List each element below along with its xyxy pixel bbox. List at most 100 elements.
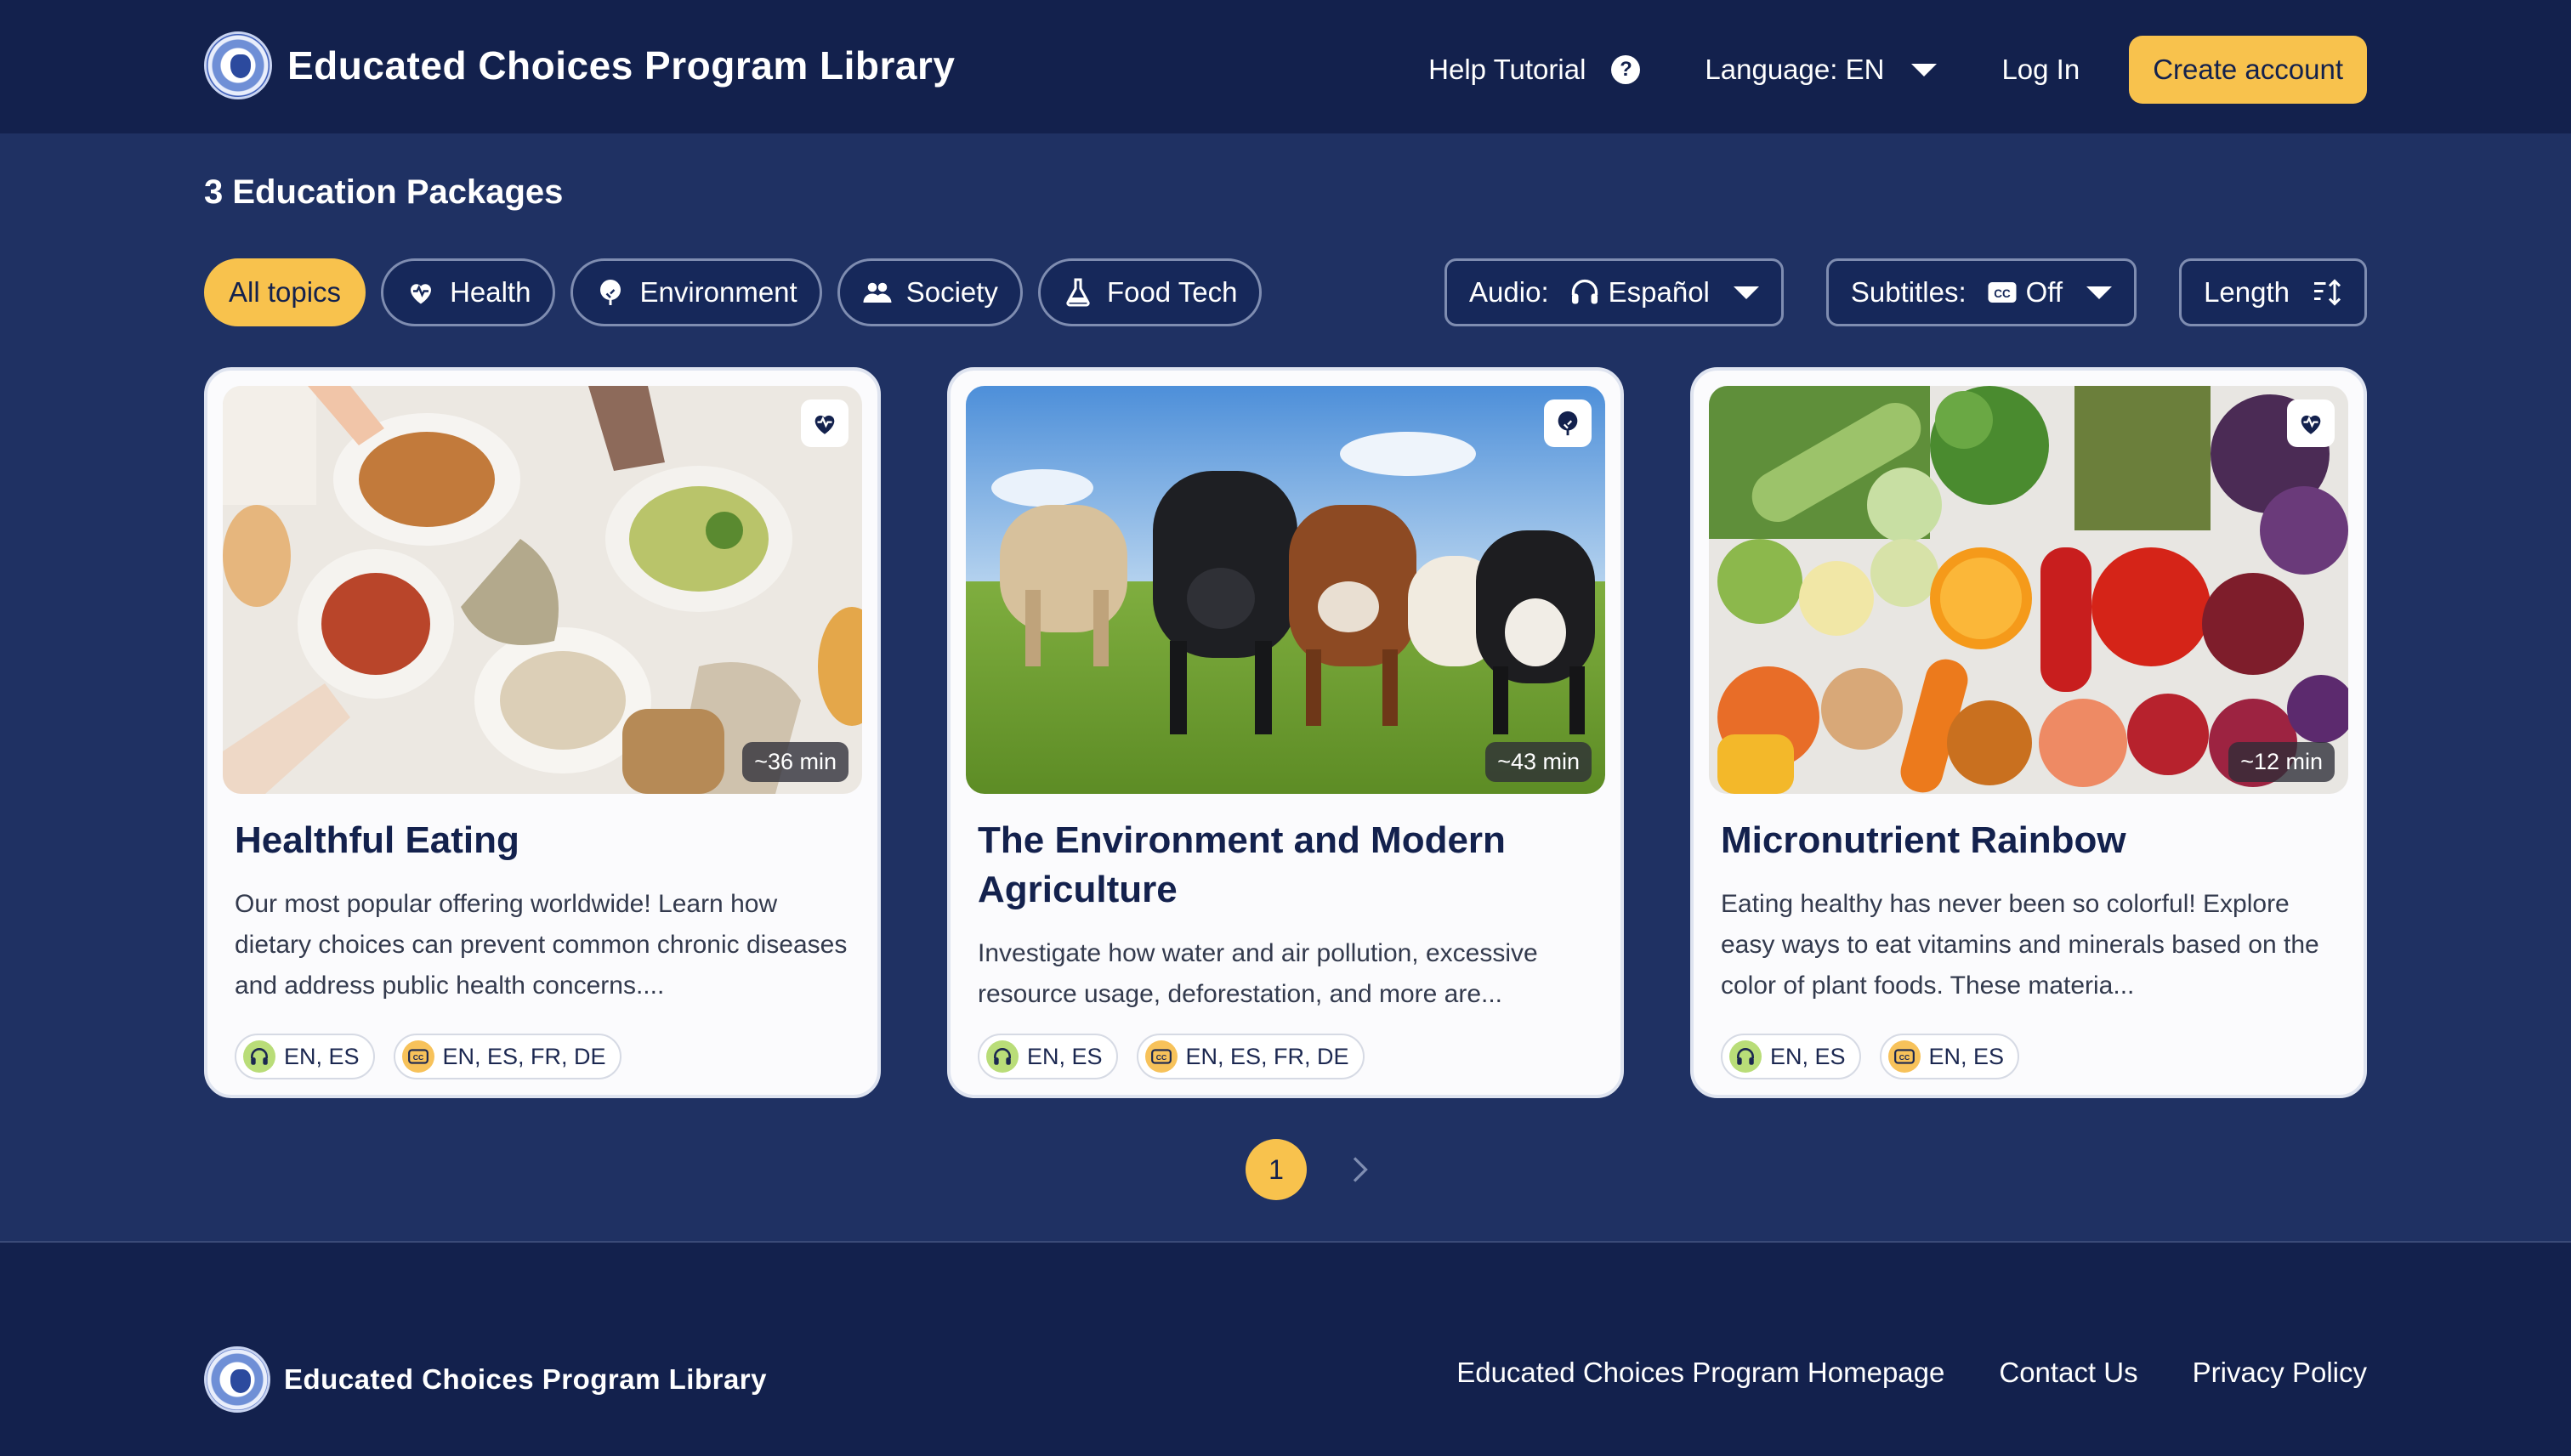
create-account-button[interactable]: Create account <box>2129 36 2367 104</box>
flask-icon <box>1063 277 1093 308</box>
login-link[interactable]: Log In <box>2001 54 2080 86</box>
filter-label: Health <box>450 276 531 308</box>
package-count-heading: 3 Education Packages <box>204 173 564 211</box>
footer-links: Educated Choices Program Homepage Contac… <box>1402 1357 2367 1389</box>
tree-icon <box>595 277 626 308</box>
program-logo <box>204 31 272 99</box>
closed-captions-icon: CC <box>1988 282 2017 303</box>
package-title: Healthful Eating <box>235 819 519 861</box>
length-sort-label: Length <box>2204 276 2290 308</box>
subtitle-languages-tag: CC EN, ES, FR, DE <box>393 1034 621 1079</box>
filter-label: Food Tech <box>1106 276 1238 308</box>
subtitle-languages-tag: CC EN, ES <box>1879 1034 2020 1079</box>
language-label: Language: EN <box>1705 54 1885 85</box>
headphones-icon <box>1729 1040 1762 1073</box>
sort-icon <box>2314 279 2341 306</box>
heart-pulse-icon <box>814 415 835 434</box>
audio-languages-tag: EN, ES <box>1721 1034 1861 1079</box>
create-account-label: Create account <box>2153 54 2343 85</box>
duration-badge: ~36 min <box>742 742 848 782</box>
subtitles-select[interactable]: Subtitles: CC Off <box>1825 258 2137 326</box>
vegetables-image <box>1709 386 2348 794</box>
language-tags: EN, ES CC EN, ES, FR, DE <box>978 1034 1383 1079</box>
headphones-icon <box>243 1040 275 1073</box>
audio-select-value: Español <box>1608 276 1710 308</box>
top-navigation-bar: Educated Choices Program Library Help Tu… <box>0 0 2571 133</box>
package-card-grid: ~36 min Healthful Eating Our most popula… <box>204 367 2367 1098</box>
headphones-icon <box>986 1040 1019 1073</box>
filter-all-topics[interactable]: All topics <box>204 258 366 326</box>
svg-text:CC: CC <box>1155 1053 1166 1062</box>
duration-badge: ~43 min <box>1485 742 1592 782</box>
filter-environment[interactable]: Environment <box>570 258 822 326</box>
page-1-button[interactable]: 1 <box>1246 1139 1307 1200</box>
chevron-down-icon <box>1911 63 1938 76</box>
svg-text:CC: CC <box>1994 287 2011 300</box>
next-page-button[interactable] <box>1342 1153 1376 1187</box>
question-circle-icon: ? <box>1611 55 1641 84</box>
media-selects: Audio: Español Subtitles: CC Off Length <box>1402 258 2367 326</box>
topic-badge <box>801 399 848 447</box>
brand-link[interactable]: Educated Choices Program Library <box>204 31 955 99</box>
subtitle-languages-tag: CC EN, ES, FR, DE <box>1136 1034 1365 1079</box>
homepage-link[interactable]: Educated Choices Program Homepage <box>1456 1357 1944 1389</box>
contact-link[interactable]: Contact Us <box>1999 1357 2137 1389</box>
language-tags: EN, ES CC EN, ES, FR, DE <box>235 1034 640 1079</box>
language-selector[interactable]: Language: EN <box>1705 54 1938 86</box>
chevron-right-icon <box>1353 1157 1368 1182</box>
subtitle-languages: EN, ES <box>1928 1043 2005 1069</box>
length-sort-button[interactable]: Length <box>2179 258 2367 326</box>
subtitles-select-label: Subtitles: <box>1850 276 1967 308</box>
package-thumbnail: ~12 min <box>1709 386 2348 794</box>
heart-icon <box>406 277 436 308</box>
topic-badge <box>1544 399 1592 447</box>
package-thumbnail: ~36 min <box>223 386 862 794</box>
closed-captions-icon: CC <box>1144 1040 1178 1073</box>
audio-languages: EN, ES <box>1027 1043 1103 1069</box>
package-title: The Environment and Modern Agriculture <box>978 819 1506 910</box>
audio-languages: EN, ES <box>284 1043 360 1069</box>
pagination: 1 <box>0 1139 2571 1200</box>
filter-society[interactable]: Society <box>837 258 1023 326</box>
footer-brand-link[interactable]: Educated Choices Program Library <box>204 1346 767 1413</box>
brand-name: Educated Choices Program Library <box>287 43 956 88</box>
language-tags: EN, ES CC EN, ES <box>1721 1034 2038 1079</box>
package-description: Investigate how water and air pollution,… <box>978 939 1538 1008</box>
package-card[interactable]: ~43 min The Environment and Modern Agric… <box>947 367 1624 1098</box>
closed-captions-icon: CC <box>1887 1040 1921 1073</box>
audio-select[interactable]: Audio: Español <box>1444 258 1784 326</box>
audio-languages-tag: EN, ES <box>235 1034 375 1079</box>
filter-food-tech[interactable]: Food Tech <box>1037 258 1263 326</box>
filter-label: Society <box>905 276 998 308</box>
people-icon <box>862 277 893 308</box>
topic-filters: All topics Health Environment Society Fo… <box>204 258 1277 326</box>
package-card[interactable]: ~36 min Healthful Eating Our most popula… <box>204 367 881 1098</box>
footer: Educated Choices Program Library Educate… <box>0 1241 2571 1456</box>
privacy-policy-link[interactable]: Privacy Policy <box>2193 1357 2367 1389</box>
svg-text:CC: CC <box>412 1053 423 1062</box>
chevron-down-icon <box>2086 286 2113 299</box>
topic-badge <box>2287 399 2335 447</box>
closed-captions-icon: CC <box>401 1040 434 1073</box>
help-tutorial-label: Help Tutorial <box>1428 54 1586 85</box>
help-tutorial-link[interactable]: Help Tutorial ? <box>1428 54 1641 86</box>
package-title: Micronutrient Rainbow <box>1721 819 2126 861</box>
tree-icon <box>1558 411 1578 436</box>
package-description: Our most popular offering worldwide! Lea… <box>235 890 848 1000</box>
footer-brand-name: Educated Choices Program Library <box>284 1363 767 1395</box>
cattle-field-image <box>966 386 1605 794</box>
duration-badge: ~12 min <box>2228 742 2335 782</box>
audio-languages-tag: EN, ES <box>978 1034 1118 1079</box>
heart-pulse-icon <box>2301 415 2321 434</box>
headphones-icon <box>1571 279 1598 304</box>
audio-select-label: Audio: <box>1469 276 1549 308</box>
package-thumbnail: ~43 min <box>966 386 1605 794</box>
package-card[interactable]: ~12 min Micronutrient Rainbow Eating hea… <box>1690 367 2367 1098</box>
filter-health[interactable]: Health <box>381 258 556 326</box>
subtitles-select-value: Off <box>2025 276 2063 308</box>
subtitle-languages: EN, ES, FR, DE <box>1185 1043 1349 1069</box>
filter-label: All topics <box>229 276 342 308</box>
chevron-down-icon <box>1733 286 1759 299</box>
login-label: Log In <box>2001 54 2080 85</box>
soup-bowls-image <box>223 386 862 794</box>
